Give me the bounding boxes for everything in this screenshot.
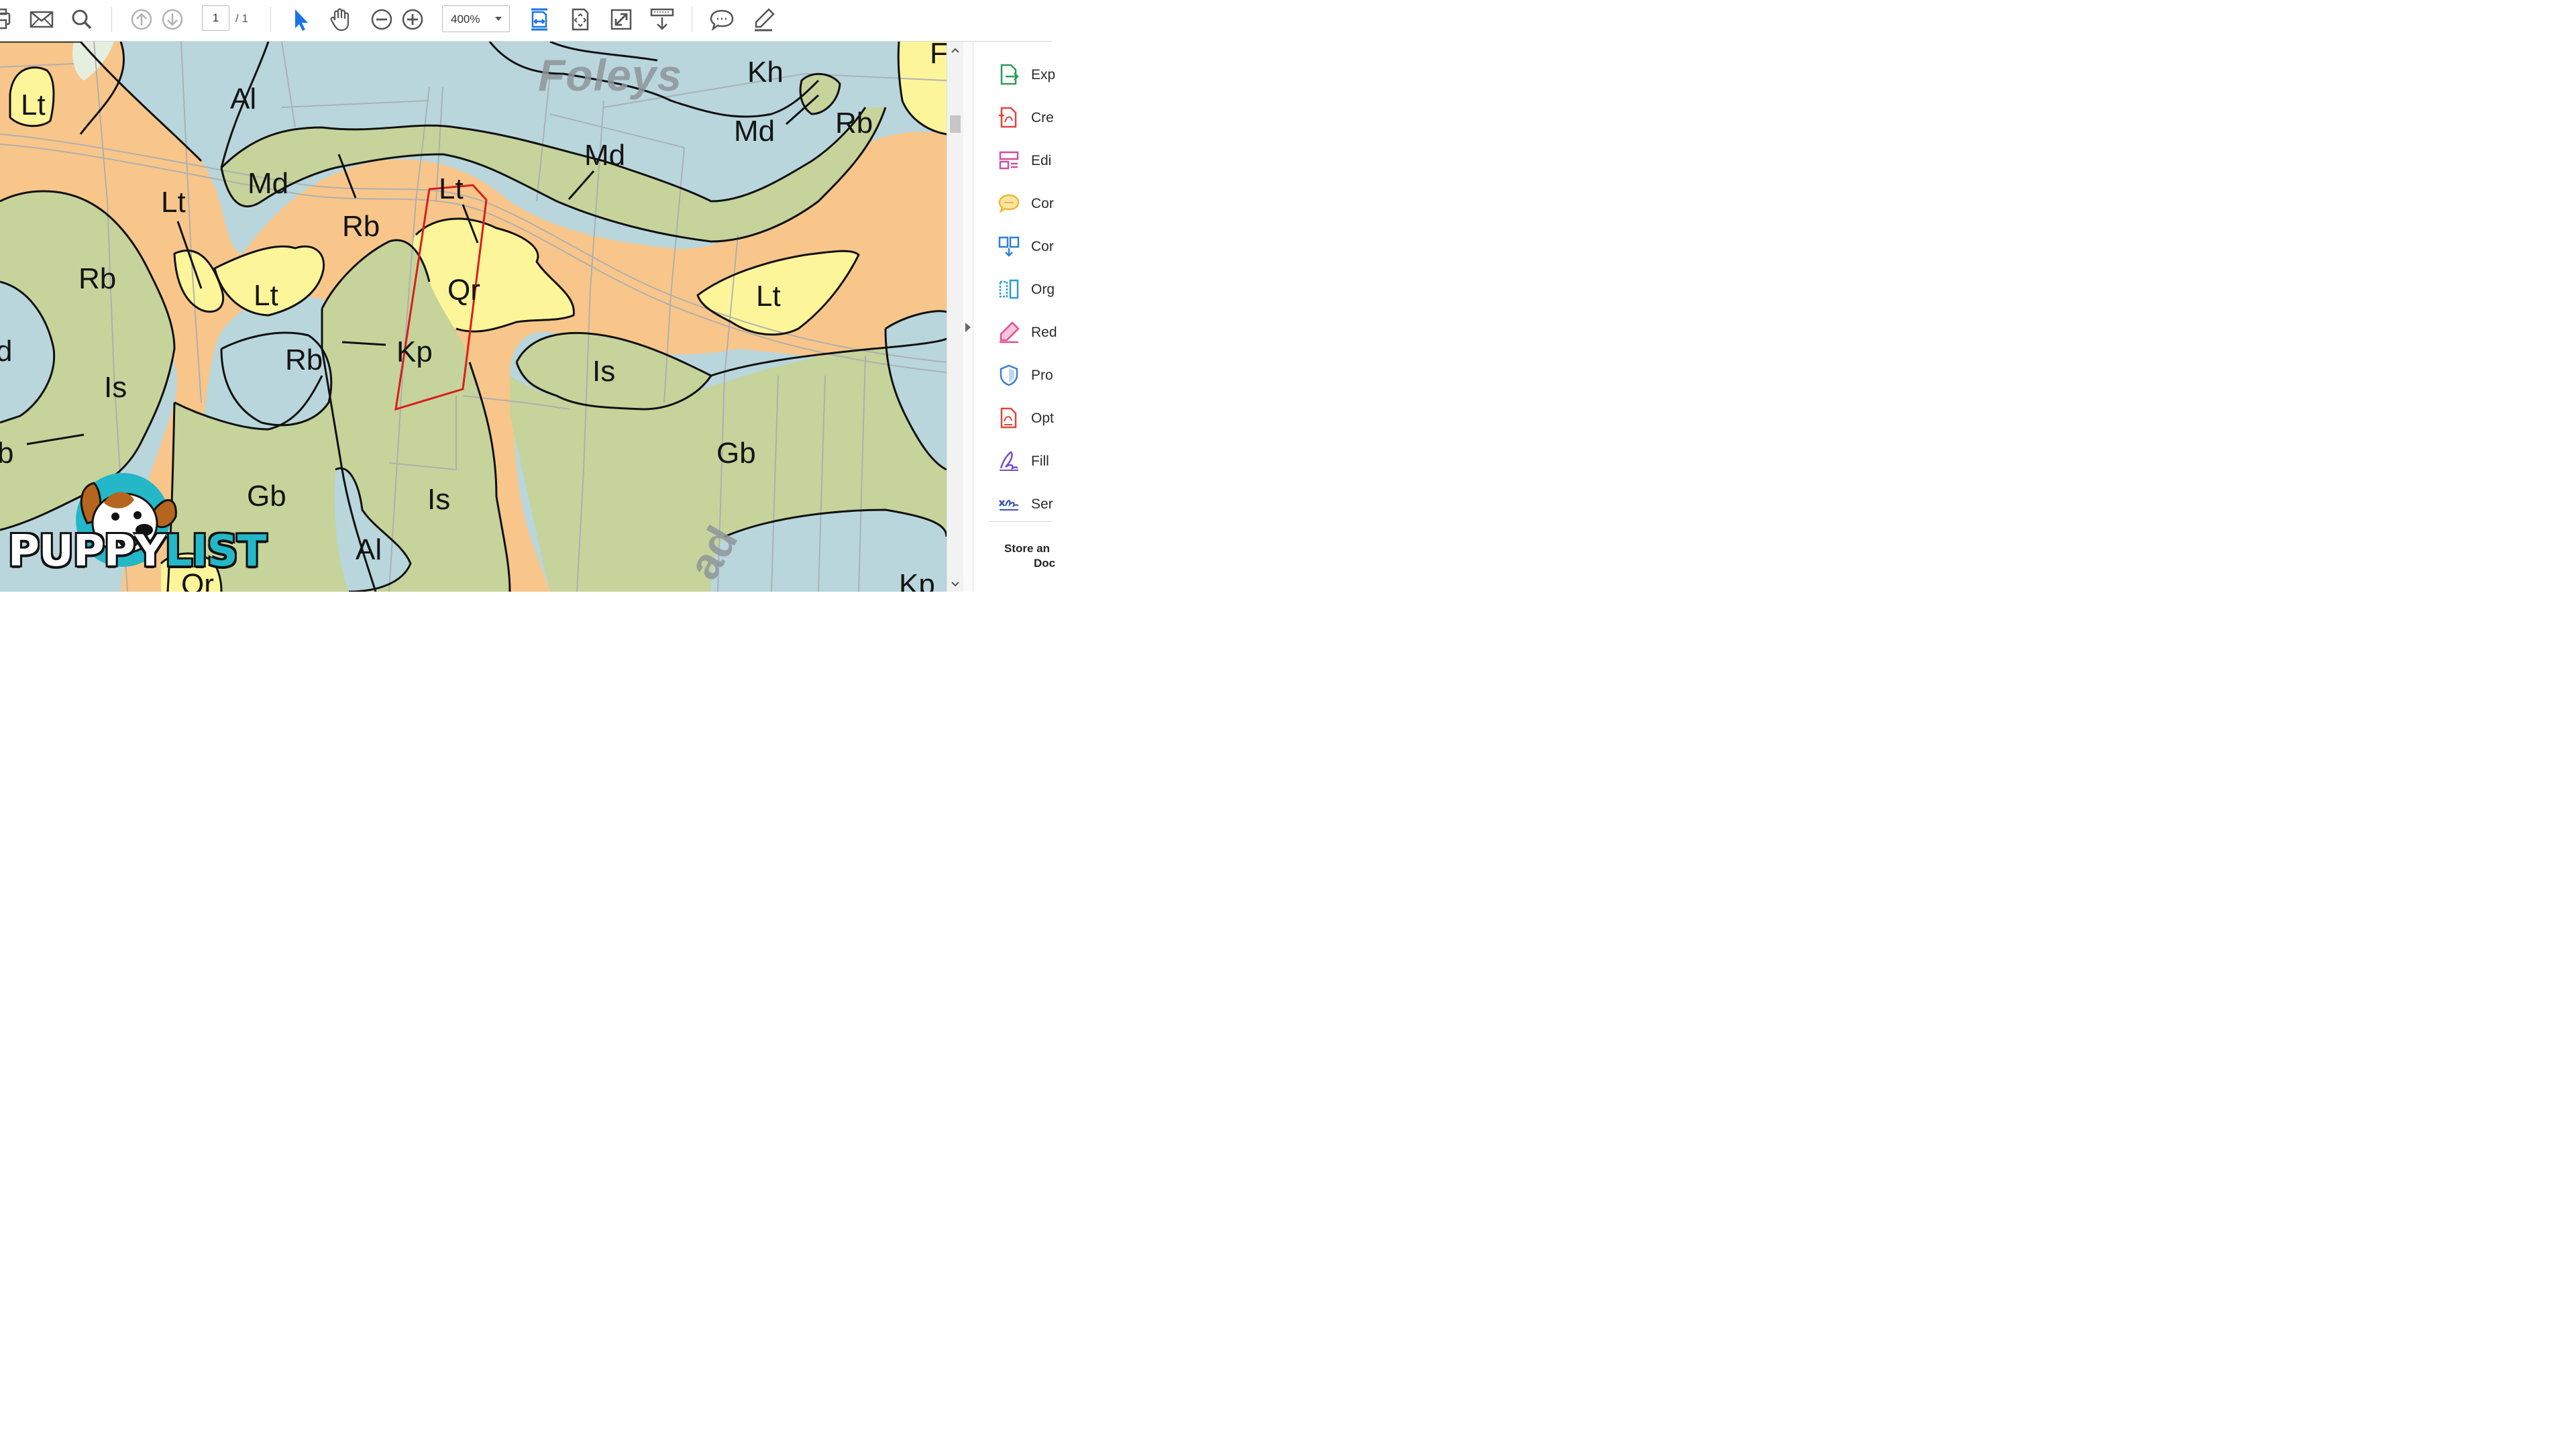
tool-fill-sign[interactable]: Fill (998, 449, 1058, 474)
unit-label: d (0, 335, 13, 368)
unit-label: Lt (161, 186, 186, 219)
optimize-pdf-icon (1000, 407, 1017, 429)
tool-label: Org (1031, 282, 1055, 297)
page-total: / 1 (235, 12, 248, 25)
unit-label: Rb (78, 262, 117, 295)
tool-label: Edi (1031, 153, 1052, 168)
protect-icon (1000, 364, 1018, 386)
send-for-signature-icon (999, 500, 1019, 511)
unit-label: Kp (899, 568, 935, 592)
page-down-icon[interactable] (159, 7, 186, 32)
tool-label: Cre (1031, 110, 1054, 125)
unit-label: Qr (447, 274, 480, 307)
hand-icon[interactable] (327, 7, 354, 32)
tool-export-pdf[interactable]: Exp (998, 63, 1058, 87)
tool-label: Fill (1031, 453, 1049, 469)
zoom-out-icon[interactable] (368, 7, 395, 32)
pane-collapse-strip[interactable] (963, 42, 973, 592)
comment-icon[interactable] (708, 7, 735, 32)
zoom-in-icon[interactable] (399, 7, 426, 32)
expand-pane-icon[interactable] (965, 321, 971, 333)
chevron-down-icon (495, 17, 502, 21)
unit-label: Lt (439, 172, 464, 205)
edit-pdf-icon (999, 151, 1019, 170)
toolbar-separator (270, 7, 271, 32)
unit-label: Is (427, 483, 451, 516)
store-text-line-2: Doc (1034, 557, 1056, 570)
highlight-pen-icon[interactable] (749, 7, 776, 32)
tool-combine-files[interactable]: Cor (998, 235, 1058, 259)
scroll-mode-icon[interactable] (649, 7, 676, 32)
fit-width-icon[interactable] (526, 7, 553, 32)
mail-icon[interactable] (28, 7, 55, 32)
zoom-select[interactable]: 400% (442, 5, 510, 32)
tools-pane: Exp Cre Edi Cor Cor Org Red Pro Opt Fill… (973, 42, 1057, 592)
comment-tool-icon (998, 194, 1020, 214)
tool-redact[interactable]: Red (998, 321, 1058, 345)
combine-files-icon (998, 236, 1020, 257)
fill-sign-icon (1000, 451, 1018, 471)
unit-label: Lt (756, 280, 781, 313)
search-icon[interactable] (68, 7, 95, 32)
toolbar: 1 / 1 400% (0, 0, 1052, 42)
scrollbar-thumb[interactable] (950, 115, 961, 133)
tool-protect[interactable]: Pro (998, 364, 1058, 388)
logo-text-b: LIST (165, 527, 266, 576)
tool-optimize-pdf[interactable]: Opt (998, 407, 1058, 431)
road-name-foleys: Foleys (538, 50, 683, 100)
print-icon[interactable] (0, 7, 16, 32)
tool-label: Cor (1031, 196, 1054, 211)
logo-text: PUPPYLIST (8, 527, 266, 576)
page-up-icon[interactable] (128, 7, 155, 32)
unit-label: Rb (285, 343, 323, 376)
scroll-up-icon[interactable] (951, 46, 960, 55)
unit-label: Gb (716, 437, 756, 470)
tool-create-pdf[interactable]: Cre (998, 106, 1058, 130)
organize-pages-icon (999, 279, 1019, 299)
unit-label: Md (584, 139, 626, 172)
tool-edit-pdf[interactable]: Edi (998, 149, 1058, 173)
unit-label: F (930, 42, 947, 70)
unit-label: Rb (835, 107, 873, 140)
unit-label: Al (356, 533, 382, 566)
puppylist-logo: PUPPYLIST (0, 470, 266, 592)
tool-send-for-signature[interactable]: Ser (998, 492, 1058, 517)
unit-label: b (0, 437, 14, 470)
store-documents-promo[interactable]: Store an Doc (1004, 541, 1055, 571)
unit-label: Md (734, 115, 775, 148)
scroll-down-icon[interactable] (951, 580, 960, 589)
full-screen-icon[interactable] (608, 7, 635, 32)
tool-label: Pro (1031, 368, 1053, 383)
unit-label: Kp (396, 335, 433, 368)
zoom-value: 400% (451, 13, 480, 25)
unit-label: Al (230, 83, 257, 115)
tool-label: Cor (1031, 239, 1054, 254)
unit-label: Is (592, 355, 616, 388)
unit-label: Rb (342, 210, 380, 243)
store-text-line-1: Store an (1004, 542, 1051, 555)
tool-organize-pages[interactable]: Org (998, 278, 1058, 302)
tool-label: Ser (1031, 496, 1053, 512)
unit-label: Is (104, 371, 127, 404)
toolbar-separator (111, 7, 112, 32)
create-pdf-icon (999, 107, 1017, 128)
select-arrow-icon[interactable] (287, 7, 314, 32)
unit-label: Md (248, 167, 289, 200)
tool-label: Exp (1031, 67, 1056, 83)
redact-icon (1000, 321, 1020, 343)
tool-label: Opt (1031, 411, 1054, 426)
page-number-input[interactable]: 1 (202, 5, 229, 31)
vertical-scrollbar[interactable] (947, 42, 963, 592)
unit-label: Kh (747, 56, 784, 89)
tools-divider (989, 521, 1052, 522)
unit-label: Lt (254, 279, 278, 312)
fit-page-icon[interactable] (567, 7, 594, 32)
unit-label: Lt (21, 89, 46, 121)
export-pdf-icon (1000, 64, 1019, 85)
logo-text-a: PUPPY (8, 527, 166, 576)
tool-label: Red (1031, 325, 1057, 340)
tool-comment[interactable]: Cor (998, 192, 1058, 216)
